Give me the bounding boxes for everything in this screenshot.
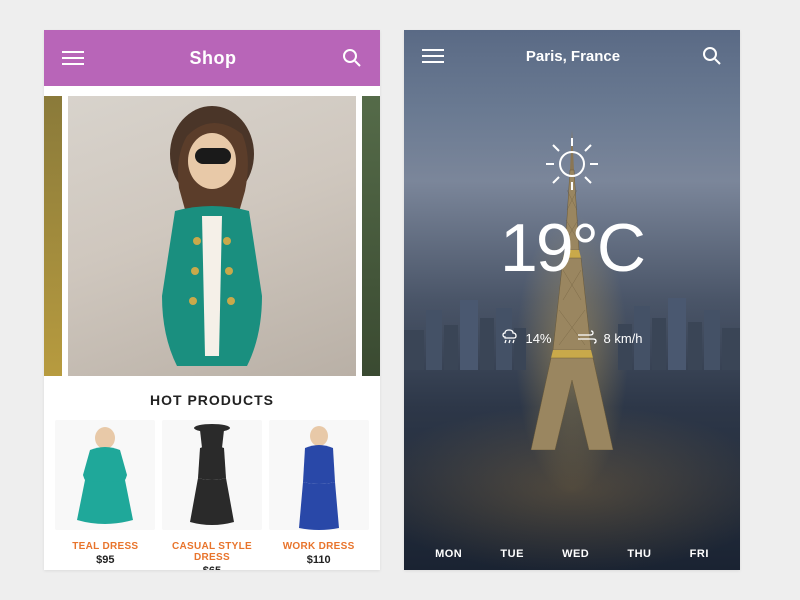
wind-value: 8 km/h bbox=[604, 331, 643, 346]
shop-title: Shop bbox=[190, 48, 237, 69]
product-thumb bbox=[162, 420, 262, 530]
precipitation-value: 14% bbox=[525, 331, 551, 346]
product-thumb bbox=[55, 420, 155, 530]
shop-header: Shop bbox=[44, 30, 380, 86]
menu-icon[interactable] bbox=[422, 48, 444, 64]
search-icon[interactable] bbox=[342, 48, 362, 68]
forecast-day[interactable]: TUE bbox=[500, 548, 524, 560]
location-title: Paris, France bbox=[526, 48, 620, 65]
forecast-day[interactable]: FRI bbox=[690, 548, 709, 560]
product-list: TEAL DRESS $95 CASUAL STYLE DRESS $65 bbox=[44, 420, 380, 570]
forecast-day[interactable]: WED bbox=[562, 548, 589, 560]
temperature-value: 19°C bbox=[404, 209, 740, 287]
product-price: $65 bbox=[162, 565, 262, 570]
product-card[interactable]: CASUAL STYLE DRESS $65 bbox=[162, 420, 262, 570]
product-card[interactable]: TEAL DRESS $95 bbox=[55, 420, 155, 570]
hero-next-peek bbox=[362, 96, 380, 376]
weather-current: 19°C 14% 8 km/h bbox=[404, 132, 740, 348]
product-price: $95 bbox=[55, 554, 155, 566]
product-name: WORK DRESS bbox=[269, 541, 369, 552]
hero-carousel[interactable] bbox=[44, 86, 380, 386]
hot-products-heading: HOT PRODUCTS bbox=[44, 392, 380, 408]
shop-app-screen: Shop bbox=[44, 30, 380, 570]
forecast-day[interactable]: THU bbox=[627, 548, 651, 560]
hero-prev-peek bbox=[44, 96, 62, 376]
precipitation-stat: 14% bbox=[501, 329, 551, 348]
wind-icon bbox=[576, 330, 598, 347]
weather-stats: 14% 8 km/h bbox=[404, 329, 740, 348]
wind-stat: 8 km/h bbox=[576, 329, 643, 348]
sun-icon bbox=[404, 132, 740, 201]
model-illustration bbox=[97, 96, 327, 376]
forecast-row: MON TUE WED THU FRI bbox=[404, 548, 740, 560]
product-card[interactable]: WORK DRESS $110 bbox=[269, 420, 369, 570]
weather-app-screen: Paris, France bbox=[404, 30, 740, 570]
rain-icon bbox=[501, 329, 519, 348]
weather-header: Paris, France bbox=[404, 30, 740, 82]
product-name: CASUAL STYLE DRESS bbox=[162, 541, 262, 563]
menu-icon[interactable] bbox=[62, 50, 84, 66]
product-thumb bbox=[269, 420, 369, 530]
product-price: $110 bbox=[269, 554, 369, 566]
product-name: TEAL DRESS bbox=[55, 541, 155, 552]
forecast-day[interactable]: MON bbox=[435, 548, 462, 560]
hero-image bbox=[68, 96, 356, 376]
search-icon[interactable] bbox=[702, 46, 722, 66]
